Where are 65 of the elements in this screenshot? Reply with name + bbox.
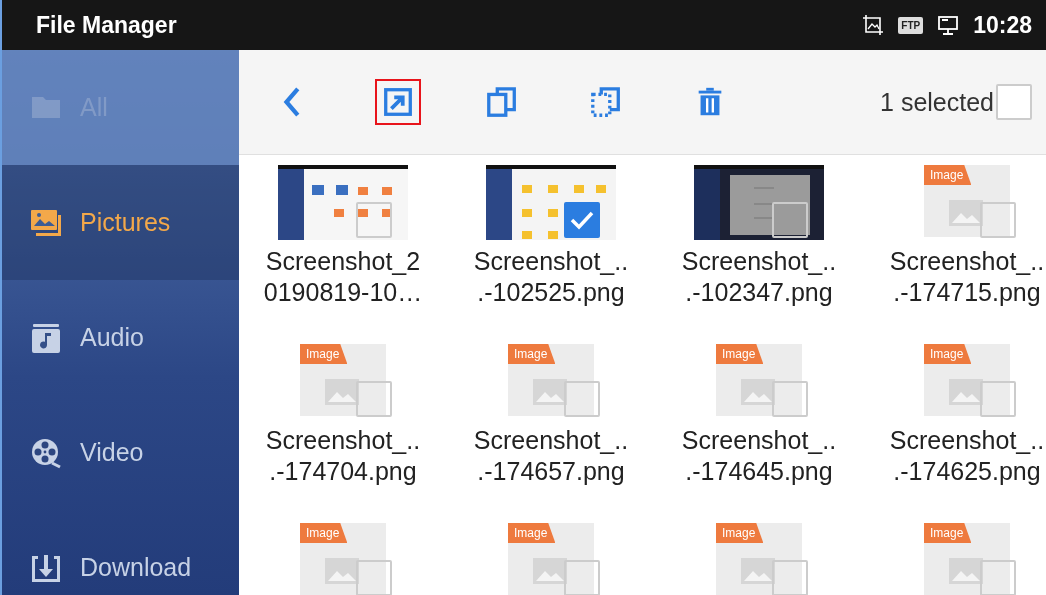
file-checkbox[interactable] [772,202,808,238]
dashed-copy-icon [589,85,623,119]
picture-icon [533,379,567,405]
image-file-icon[interactable]: Image [508,523,594,595]
file-name: Screenshot_.. .-174657.png [473,425,629,487]
file-name: Screenshot_2 0190819-10… [263,246,423,308]
file-checkbox[interactable] [356,560,392,595]
file-checkbox[interactable] [564,381,600,417]
image-file-icon[interactable]: Image [924,165,1010,237]
clock-time: 10:28 [973,11,1032,39]
file-checkbox[interactable] [772,560,808,595]
image-badge: Image [716,344,764,364]
app-title: File Manager [36,11,178,39]
file-checkbox[interactable] [980,381,1016,417]
file-checkbox[interactable] [564,202,600,238]
select-all-checkbox[interactable] [996,84,1032,120]
file-name: Screenshot_.. .-102347.png [681,246,837,308]
checkmark-icon [570,210,594,230]
image-badge: Image [924,165,972,185]
file-checkbox[interactable] [356,202,392,238]
image-badge: Image [716,523,764,543]
picture-icon [949,379,983,405]
selection-count: 1 selected [880,87,994,117]
image-badge: Image [508,344,556,364]
file-checkbox[interactable] [772,381,808,417]
file-checkbox[interactable] [356,381,392,417]
image-badge: Image [508,523,556,543]
sidebar-item[interactable]: Pictures [2,165,239,280]
image-file-icon[interactable]: Image [716,344,802,416]
sidebar-item[interactable]: Audio [2,280,239,395]
picture-icon [325,558,359,584]
image-file-icon[interactable]: Image [300,344,386,416]
file-name: Screenshot_.. .-174715.png [889,246,1045,308]
arrow-box-icon [381,85,415,119]
image-badge: Image [300,344,348,364]
file-checkbox[interactable] [980,202,1016,238]
file-checkbox[interactable] [980,560,1016,595]
picture-icon [325,379,359,405]
file-name: Screenshot_.. .-174704.png [265,425,421,487]
file-name: Screenshot_.. .-102525.png [473,246,629,308]
picture-icon [533,558,567,584]
image-file-icon[interactable]: Image [508,344,594,416]
file-checkbox[interactable] [564,560,600,595]
image-file-icon[interactable]: Image [924,523,1010,595]
image-badge: Image [924,344,972,364]
picture-icon [741,379,775,405]
image-file-icon[interactable]: Image [716,523,802,595]
file-name: Screenshot_.. .-174625.png [889,425,1045,487]
image-file-icon[interactable]: Image [924,344,1010,416]
monitor-icon [937,14,960,36]
music-icon [30,321,62,354]
arrow-box-button[interactable] [375,79,421,125]
copy-icon [485,85,519,119]
ftp-badge: FTP [898,16,924,34]
picture-icon [949,200,983,226]
sidebar-item[interactable]: Download [2,510,239,595]
image-badge: Image [924,523,972,543]
picture-icon [741,558,775,584]
file-name: Screenshot_.. .-174645.png [681,425,837,487]
image-badge: Image [300,523,348,543]
film-reel-icon [30,436,62,469]
sidebar-item[interactable]: Video [2,395,239,510]
image-file-icon[interactable]: Image [300,523,386,595]
picture-icon [949,558,983,584]
screenshot-icon [862,14,885,36]
